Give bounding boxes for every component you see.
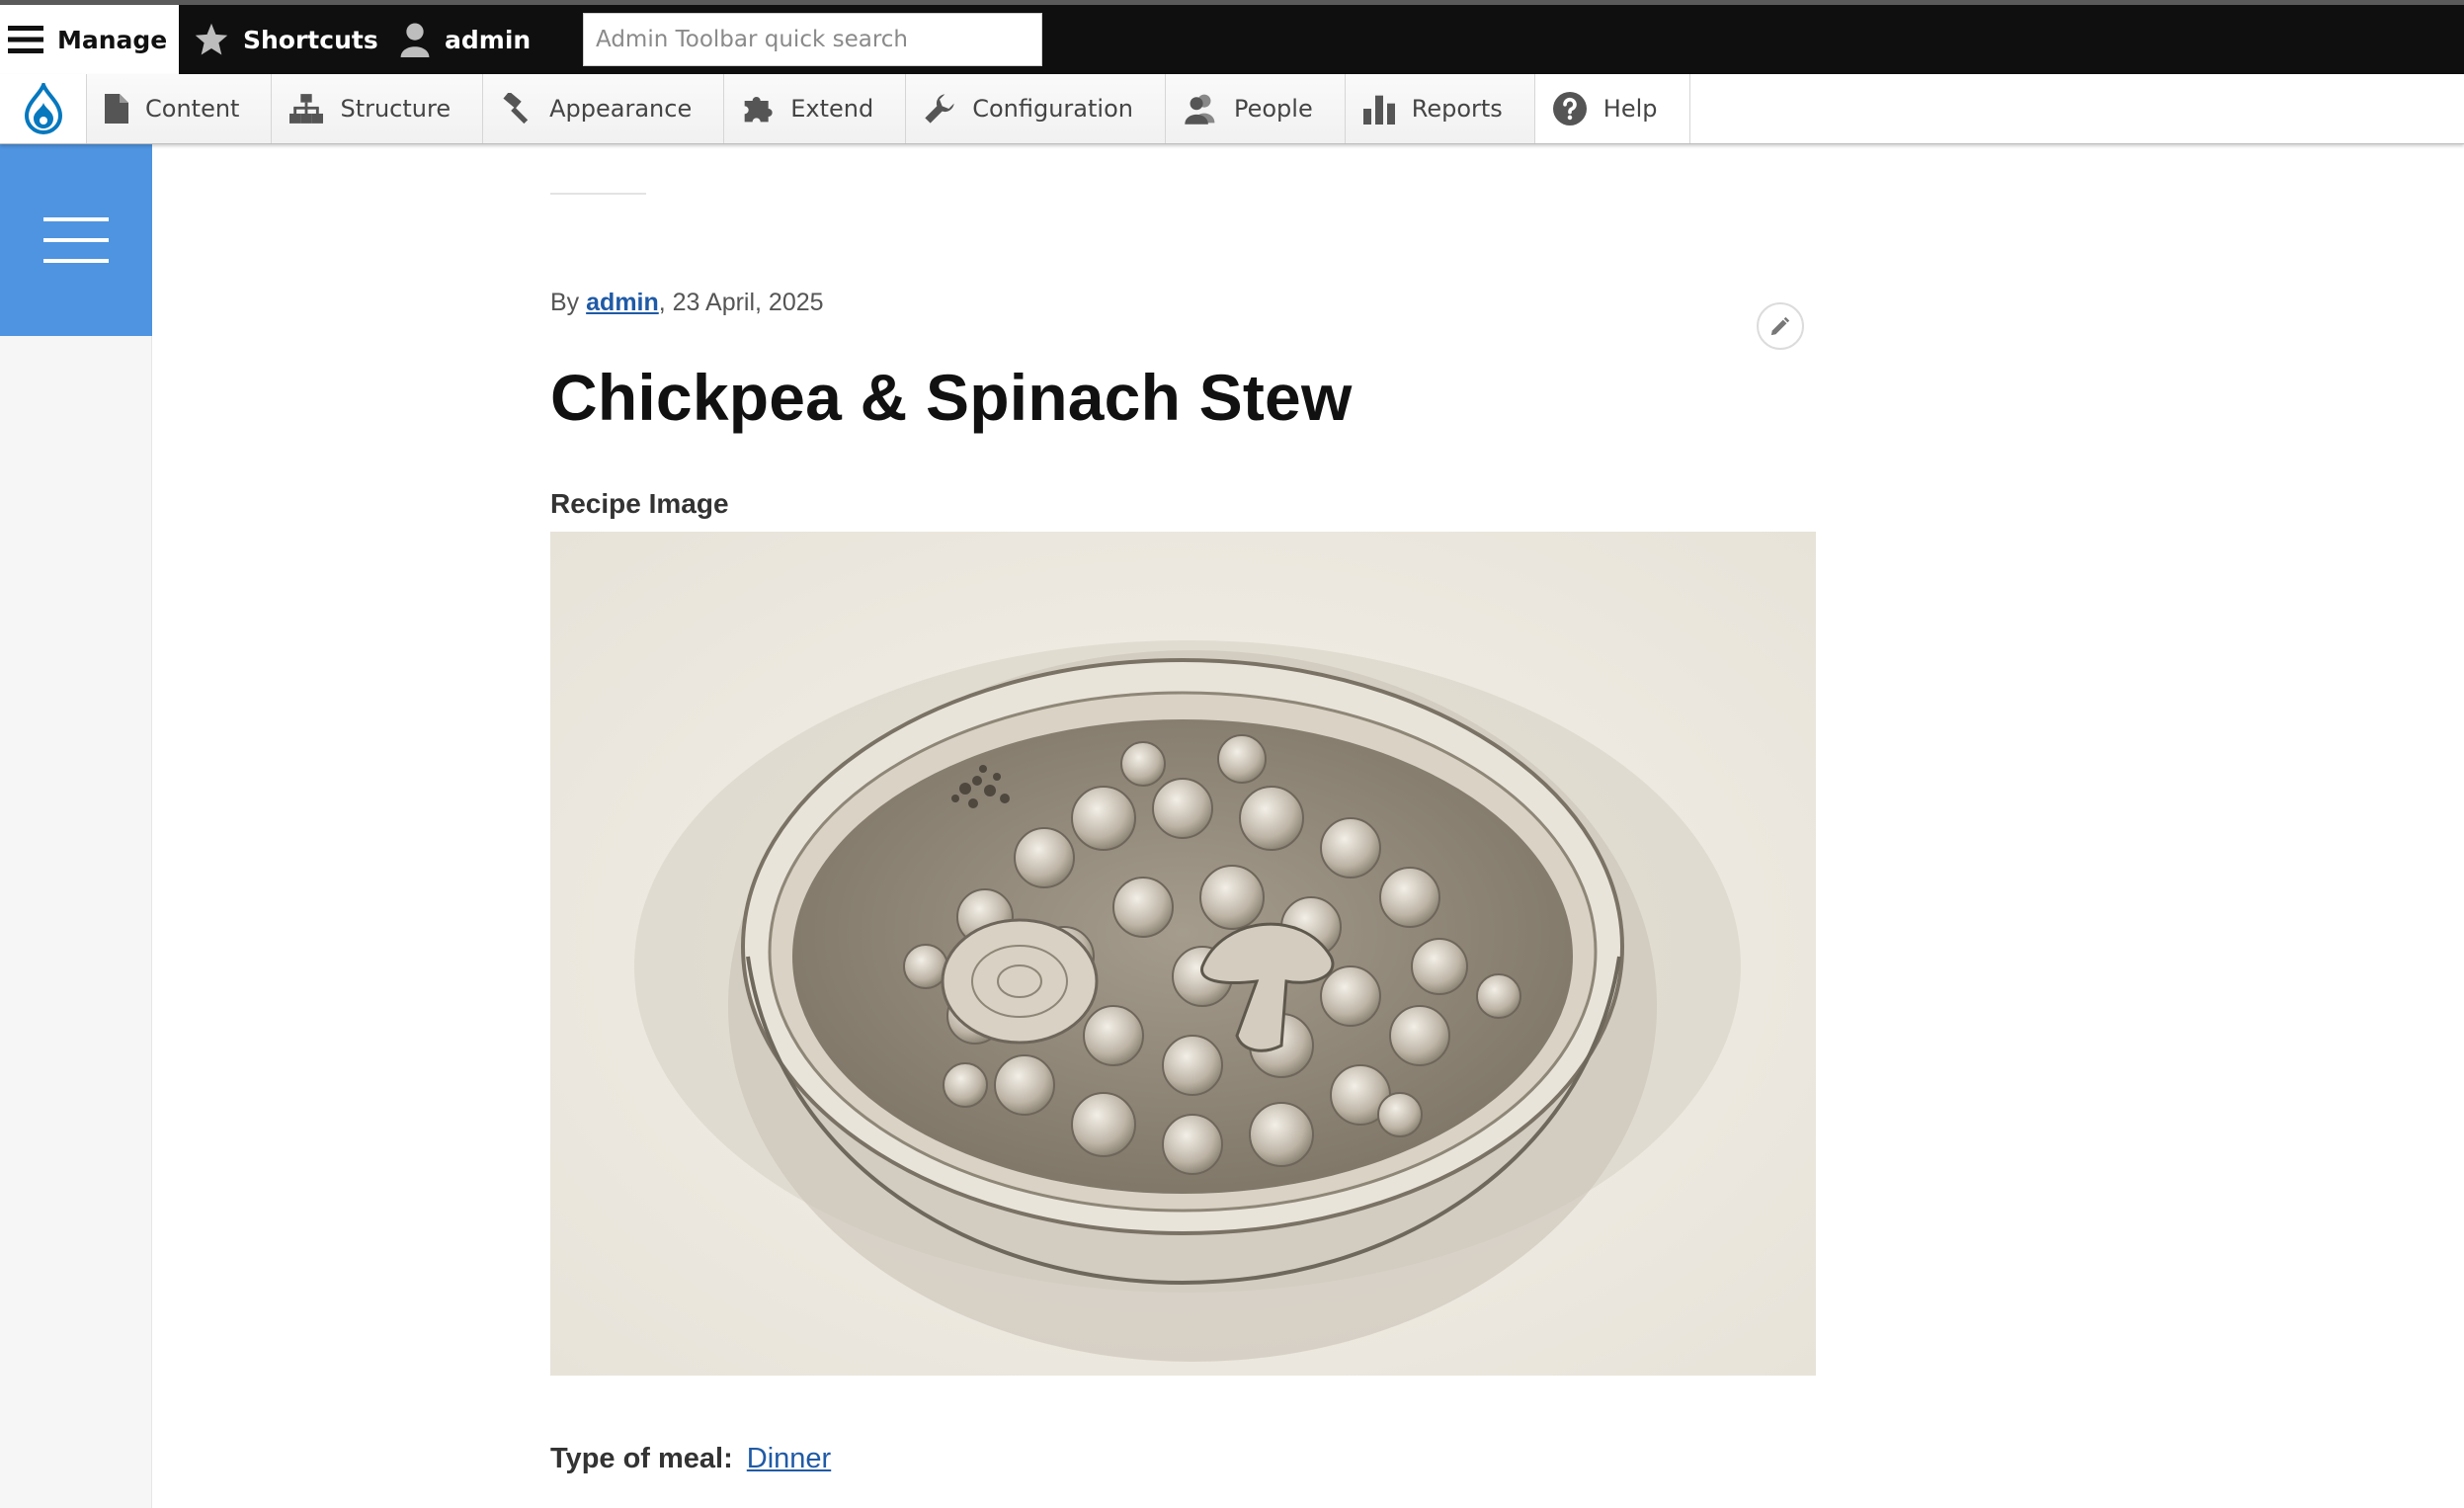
star-icon [195,23,228,55]
people-icon [1185,94,1215,125]
tray-item-structure[interactable]: Structure [272,74,484,143]
tray-item-label: Help [1602,95,1658,123]
meal-type-label: Type of meal: [550,1443,733,1474]
submitted-meta: By admin, 23 April, 2025 [550,289,824,317]
admin-toolbar: Manage Shortcuts admin [0,0,2464,74]
left-sidebar [0,144,152,1508]
sidebar-toggle-button[interactable] [0,144,152,336]
tray-item-label: Content [145,95,240,123]
by-prefix: By [550,289,580,316]
tray-item-extend[interactable]: Extend [724,74,907,143]
tray-item-people[interactable]: People [1165,74,1346,143]
puzzle-icon [744,97,773,123]
tray-item-label: Structure [340,95,452,123]
bar-chart-icon [1362,95,1395,125]
stew-bowl-illustration [550,532,1816,1376]
divider [550,193,646,195]
tray-item-label: Configuration [972,95,1133,123]
user-label: admin [445,25,532,54]
tray-item-label: Reports [1411,95,1503,123]
shortcuts-label: Shortcuts [243,25,378,54]
tray-item-reports[interactable]: Reports [1345,74,1535,143]
user-tab[interactable]: admin [399,5,531,74]
author-link[interactable]: admin [586,289,659,316]
menu-icon [8,26,43,53]
drupal-logo-icon [24,83,62,134]
recipe-image-label: Recipe Image [550,488,729,519]
meal-type-link[interactable]: Dinner [747,1443,831,1475]
tray-item-content[interactable]: Content [87,74,273,143]
page-title: Chickpea & Spinach Stew [550,361,1353,434]
drupal-home-link[interactable] [0,74,87,143]
post-date: , 23 April, 2025 [658,289,824,316]
tray-item-label: Extend [790,95,874,123]
hamburger-icon [43,217,109,263]
tray-menu: Content Structure Appearance Extend Conf… [87,74,1690,143]
shortcuts-tab[interactable]: Shortcuts [194,5,378,74]
meal-type-field: Type of meal: Dinner [550,1443,831,1475]
paintbrush-icon [503,93,529,125]
recipe-image [550,532,1816,1376]
tray-item-help[interactable]: Help [1534,74,1690,143]
admin-tray: Content Structure Appearance Extend Conf… [0,74,2464,144]
tray-item-appearance[interactable]: Appearance [483,74,725,143]
tray-item-label: Appearance [549,95,693,123]
user-icon [400,23,430,57]
sitemap-icon [289,94,324,124]
tray-item-configuration[interactable]: Configuration [906,74,1166,143]
manage-tab[interactable]: Manage [0,5,179,74]
wrench-icon [925,94,954,124]
toolbar-quick-search-input[interactable] [583,13,1042,66]
pencil-icon [1770,316,1790,336]
help-icon [1552,92,1587,126]
tray-item-label: People [1233,95,1313,123]
manage-label: Manage [57,25,168,54]
file-icon [105,94,128,124]
edit-contextual-button[interactable] [1757,302,1804,350]
